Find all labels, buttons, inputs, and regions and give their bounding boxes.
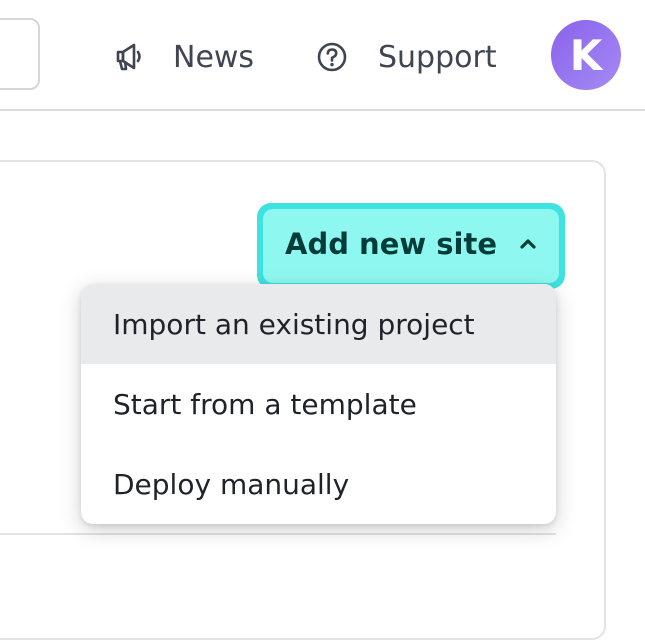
add-new-site-label: Add new site <box>285 227 497 261</box>
news-link[interactable]: News <box>111 30 254 84</box>
add-new-site-button[interactable]: Add new site <box>257 203 565 289</box>
avatar[interactable]: K <box>551 20 621 90</box>
menu-item-start-from-template[interactable]: Start from a template <box>81 364 556 444</box>
menu-item-import-existing-project[interactable]: Import an existing project <box>81 284 556 364</box>
top-bar: News Support K <box>0 0 645 111</box>
support-label: Support <box>378 39 497 75</box>
chevron-up-icon <box>519 237 537 251</box>
search-input[interactable] <box>0 18 40 90</box>
question-circle-icon <box>314 39 350 75</box>
avatar-initial: K <box>569 30 603 80</box>
news-label: News <box>173 39 255 75</box>
menu-item-deploy-manually[interactable]: Deploy manually <box>81 444 556 524</box>
add-new-site-button-face[interactable]: Add new site <box>263 209 559 283</box>
megaphone-icon <box>111 39 147 75</box>
add-site-dropdown-menu: Import an existing project Start from a … <box>81 284 556 524</box>
support-link[interactable]: Support <box>314 30 497 84</box>
menu-item-label: Deploy manually <box>113 467 350 501</box>
menu-item-label: Start from a template <box>113 387 417 421</box>
card-divider <box>0 533 556 535</box>
menu-item-label: Import an existing project <box>113 307 475 341</box>
